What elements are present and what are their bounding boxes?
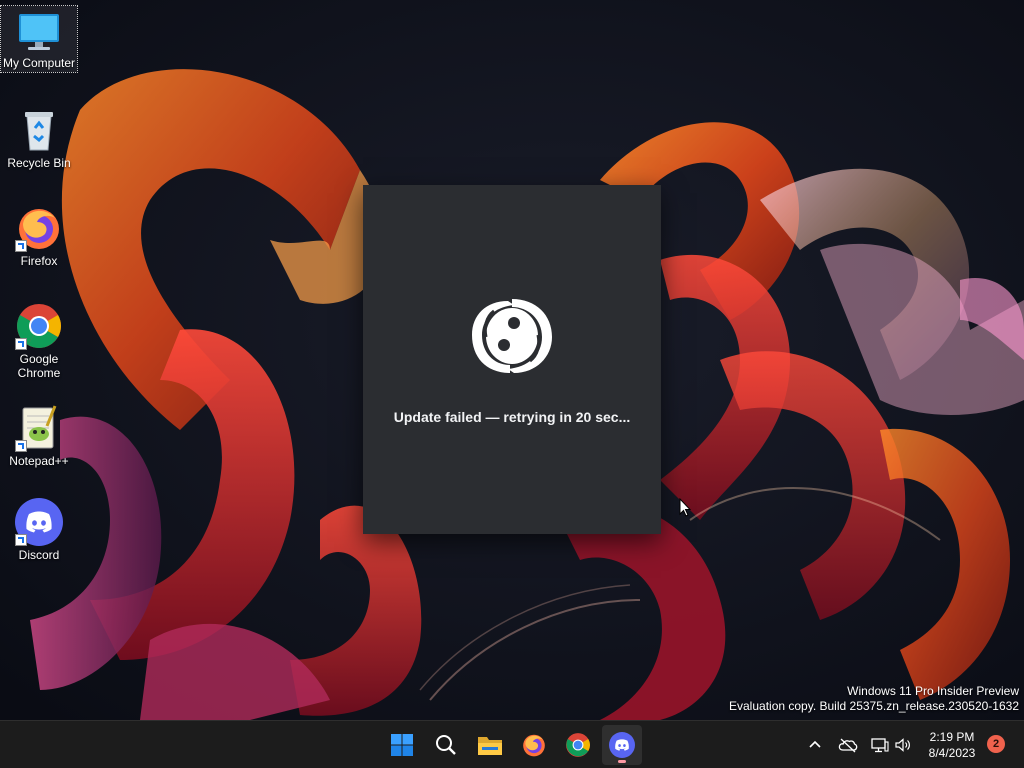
recycle-bin-icon [15,106,63,154]
volume-tray-button[interactable] [892,734,914,756]
firefox-taskbar-button[interactable] [514,725,554,765]
desktop-icon-label: Discord [18,548,60,562]
cloud-offline-icon [838,738,858,753]
chrome-icon [15,302,63,350]
update-status-text: Update failed — retrying in 20 sec... [393,409,631,425]
desktop-icon-recycle-bin[interactable]: Recycle Bin [0,102,78,170]
discord-taskbar-button[interactable] [602,725,642,765]
taskbar-clock[interactable]: 2:19 PM 8/4/2023 [920,729,984,761]
desktop-icon-discord[interactable]: Discord [0,494,78,562]
firefox-icon [15,204,63,252]
taskbar: 2:19 PM 8/4/2023 2 [0,720,1024,768]
network-tray-button[interactable] [869,734,891,756]
desktop-icon-label: Firefox [20,254,58,268]
discord-icon [609,732,635,758]
chevron-up-icon [809,740,821,748]
shortcut-arrow-icon [15,440,27,452]
monitor-icon [15,10,63,54]
mouse-cursor-icon [679,498,691,517]
desktop-icon-label: Google Chrome [17,352,61,380]
chrome-taskbar-button[interactable] [558,725,598,765]
desktop-icon-label: Notepad++ [9,454,69,468]
notification-badge[interactable]: 2 [987,735,1005,753]
desktop-icon-google-chrome[interactable]: Google Chrome [0,298,78,380]
discord-update-dialog: Update failed — retrying in 20 sec... [363,185,661,534]
firefox-icon [523,734,545,757]
desktop-icon-label: My Computer [2,56,76,70]
shortcut-arrow-icon [15,534,27,546]
speaker-icon [895,738,910,752]
search-button[interactable] [426,725,466,765]
show-hidden-icons-button[interactable] [804,734,826,756]
desktop: My Computer Recycle Bin Firefox Google C… [0,0,1024,720]
start-icon [391,734,413,756]
desktop-icon-notepadpp[interactable]: Notepad++ [0,400,78,468]
notepadpp-icon [15,404,63,452]
shortcut-arrow-icon [15,240,27,252]
discord-icon [15,498,63,546]
start-button[interactable] [382,725,422,765]
clock-time: 2:19 PM [929,730,975,744]
network-icon [871,738,889,753]
desktop-icon-label: Recycle Bin [7,156,71,170]
watermark-edition: Windows 11 Pro Insider Preview [847,684,1019,698]
desktop-icon-my-computer[interactable]: My Computer [0,5,78,73]
shortcut-arrow-icon [15,338,27,350]
file-explorer-button[interactable] [470,725,510,765]
onedrive-tray-button[interactable] [837,734,859,756]
discord-spinner-logo-icon [472,299,552,373]
watermark-build: Evaluation copy. Build 25375.zn_release.… [729,699,1019,713]
file-explorer-icon [478,737,502,755]
windows-watermark: Windows 11 Pro Insider Preview Evaluatio… [729,684,1019,714]
clock-date: 8/4/2023 [928,746,976,760]
desktop-icon-firefox[interactable]: Firefox [0,200,78,268]
chrome-icon [566,733,590,757]
search-icon [436,735,456,755]
